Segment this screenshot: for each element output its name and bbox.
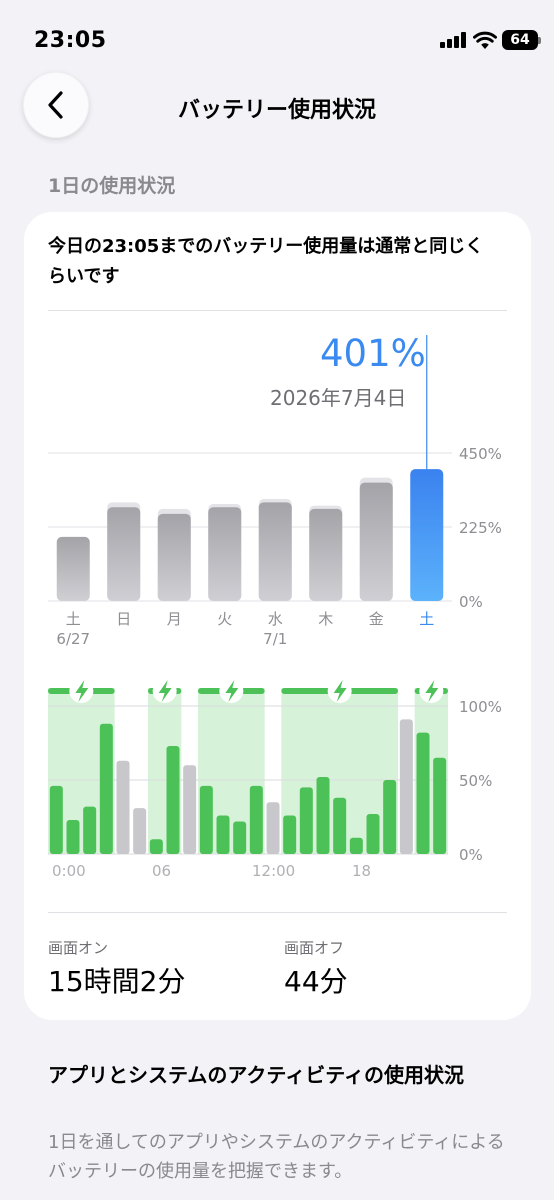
hour-bar: [366, 814, 380, 854]
hour-bar: [166, 745, 180, 854]
screen-off-value: 44分: [284, 965, 348, 998]
hour-bar: [116, 760, 130, 854]
battery-icon: 64: [502, 30, 538, 50]
x-tick-label: 06: [152, 862, 171, 880]
battery-cap: [538, 37, 541, 44]
day-bar: [208, 507, 242, 601]
cellular-signal-icon: [440, 32, 466, 48]
divider: [48, 310, 507, 311]
y-tick-label: 50%: [459, 772, 492, 790]
hour-bar: [299, 787, 313, 854]
hour-bar: [283, 815, 297, 854]
daily-battery-chart[interactable]: 0% 225% 450% 土 6/27 日 月 火 水 7/1 木 金 土: [0, 330, 554, 650]
y-tick-label: 0%: [459, 846, 483, 864]
screen-off-label: 画面オフ: [284, 939, 345, 957]
hour-bar: [149, 839, 163, 854]
hour-bar: [333, 797, 347, 854]
x-tick-label: 12:00: [252, 862, 295, 880]
x-tick-label: 0:00: [52, 862, 86, 880]
y-tick-label: 100%: [459, 698, 502, 716]
x-tick-label: 金: [369, 610, 384, 628]
y-tick-label: 0%: [459, 593, 483, 611]
hour-bar: [249, 785, 263, 854]
status-bar: 23:05 64: [0, 0, 554, 84]
hour-bar: [99, 723, 113, 854]
hour-bar: [266, 802, 280, 854]
activity-section-description: 1日を通してのアプリやシステムのアクティビティによるバッテリーの使用量を把握でき…: [48, 1132, 505, 1182]
hour-bar: [316, 777, 330, 854]
y-tick-label: 225%: [459, 519, 502, 537]
x-tick-label: 18: [352, 862, 371, 880]
hour-bar: [216, 815, 230, 854]
hour-bar: [83, 806, 97, 854]
screen-on-label: 画面オン: [48, 939, 109, 957]
hour-bar: [49, 785, 63, 854]
hour-bar: [233, 821, 247, 854]
y-tick-label: 450%: [459, 445, 502, 463]
day-bar: [359, 482, 393, 601]
x-tick-label: 火: [217, 610, 232, 628]
section-header: 1日の使用状況: [48, 175, 176, 197]
hour-bar: [416, 732, 430, 854]
x-tick-label: 日: [116, 610, 131, 628]
day-bar: [410, 469, 444, 601]
day-bar: [56, 536, 90, 601]
x-date-label: 7/1: [263, 630, 287, 648]
status-time: 23:05: [34, 28, 107, 53]
hour-bar: [183, 765, 197, 854]
hourly-battery-chart[interactable]: 0% 50% 100% 0:00 06 12:00 18: [0, 670, 554, 890]
x-tick-label: 水: [268, 610, 283, 628]
hour-bar: [66, 819, 80, 854]
hour-bar: [349, 837, 363, 854]
usage-summary: 今日の23:05までのバッテリー使用量は通常と同じくらいです: [48, 236, 484, 287]
screen-on-value: 15時間2分: [48, 965, 186, 998]
day-bar: [309, 508, 343, 601]
activity-section-title: アプリとシステムのアクティビティの使用状況: [48, 1063, 464, 1087]
wifi-icon: [473, 31, 497, 49]
day-bar: [258, 502, 292, 601]
page-title: バッテリー使用状況: [177, 98, 376, 123]
x-tick-label: 土: [419, 610, 434, 628]
hour-bar: [399, 719, 413, 854]
x-tick-label: 月: [167, 610, 182, 628]
hour-bar: [383, 780, 397, 854]
hour-bar: [199, 785, 213, 854]
day-bar: [107, 507, 141, 601]
hour-bar: [433, 757, 447, 854]
hour-bar: [133, 808, 147, 854]
day-bar: [157, 513, 191, 601]
x-date-label: 6/27: [56, 630, 90, 648]
divider: [48, 912, 507, 913]
x-tick-label: 木: [318, 610, 333, 628]
x-tick-label: 土: [66, 610, 81, 628]
